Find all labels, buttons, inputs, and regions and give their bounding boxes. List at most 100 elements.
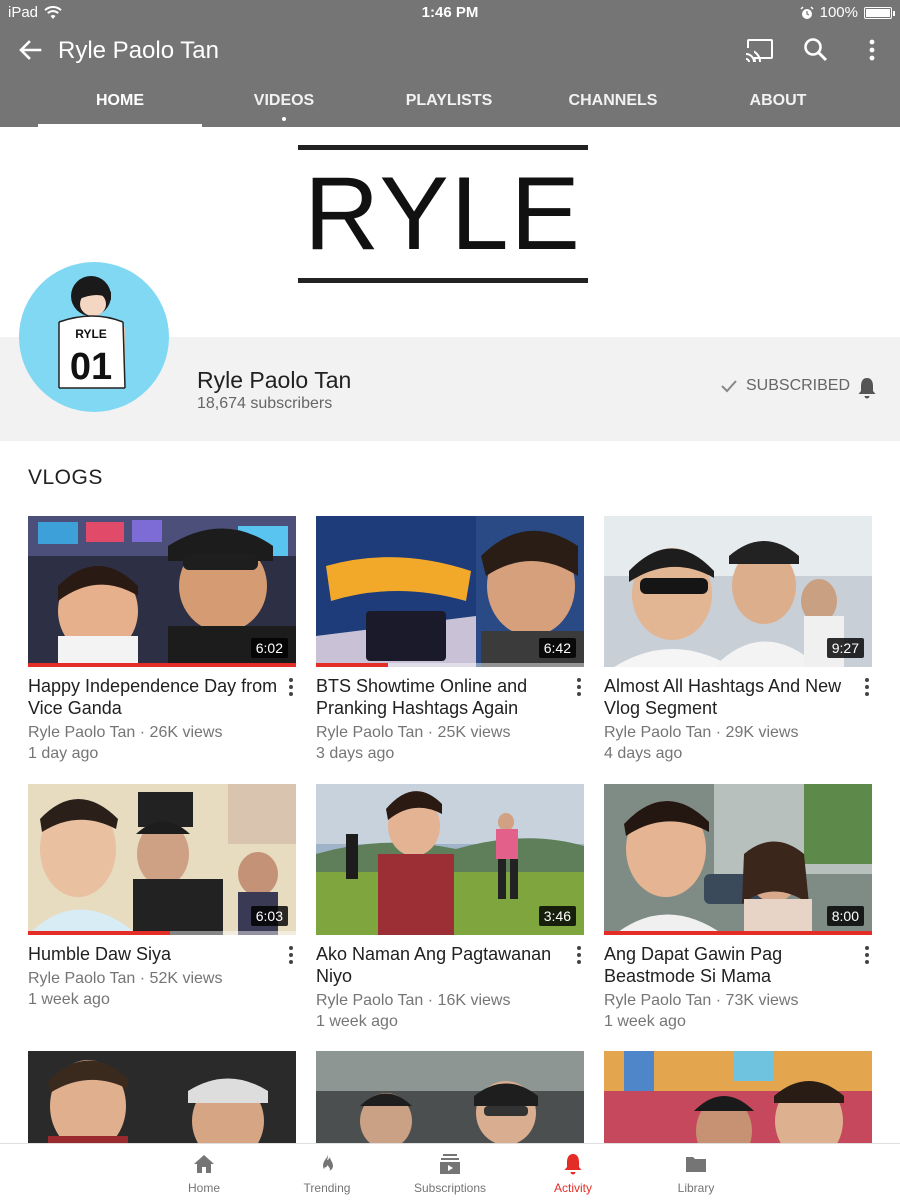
video-duration: 3:46	[538, 906, 576, 926]
tab-channels[interactable]: CHANNELS	[531, 84, 695, 127]
video-views: 73K views	[725, 992, 799, 1009]
watch-progress-bar	[28, 931, 296, 935]
video-card[interactable]: 8:00 Ang Dapat Gawin Pag Beastmode Si Ma…	[604, 784, 872, 1032]
banner-logo-text: RYLE	[304, 156, 582, 272]
alarm-icon	[800, 5, 814, 19]
channel-tabs: HOME VIDEOS PLAYLISTS CHANNELS ABOUT	[0, 84, 900, 127]
video-menu-icon[interactable]	[860, 943, 874, 967]
video-channel: Ryle Paolo Tan	[316, 724, 424, 741]
library-icon	[686, 1157, 706, 1172]
notification-bell-icon[interactable]	[855, 376, 879, 400]
cast-icon[interactable]	[744, 34, 776, 66]
video-menu-icon[interactable]	[284, 943, 298, 967]
video-thumbnail[interactable]: 9:27	[604, 516, 872, 667]
nav-home[interactable]: Home	[144, 1144, 264, 1200]
video-title[interactable]: Happy Independence Day from Vice Ganda	[28, 675, 283, 719]
jersey-name: RYLE	[75, 327, 107, 341]
video-meta: Ryle Paolo Tan · 25K views	[316, 724, 511, 741]
video-menu-icon[interactable]	[572, 675, 586, 699]
video-age: 1 week ago	[28, 991, 110, 1008]
video-title[interactable]: Humble Daw Siya	[28, 943, 283, 965]
nav-subscriptions-label: Subscriptions	[413, 1181, 487, 1195]
video-meta: Ryle Paolo Tan · 29K views	[604, 724, 799, 741]
video-menu-icon[interactable]	[572, 943, 586, 967]
nav-subscriptions[interactable]: Subscriptions	[390, 1144, 510, 1200]
video-title[interactable]: Almost All Hashtags And New Vlog Segment	[604, 675, 859, 719]
video-title[interactable]: Ang Dapat Gawin Pag Beastmode Si Mama	[604, 943, 859, 987]
tab-playlists[interactable]: PLAYLISTS	[367, 84, 531, 127]
battery-icon	[864, 6, 895, 19]
video-duration: 6:42	[538, 638, 576, 658]
video-duration: 8:00	[826, 906, 864, 926]
tab-channels-label: CHANNELS	[568, 92, 658, 109]
video-channel: Ryle Paolo Tan	[604, 992, 712, 1009]
video-duration: 9:27	[826, 638, 864, 658]
video-age: 3 days ago	[316, 745, 395, 762]
tab-videos[interactable]: VIDEOS	[202, 84, 366, 127]
video-duration: 6:03	[250, 906, 288, 926]
back-arrow-icon[interactable]	[14, 34, 46, 66]
video-channel: Ryle Paolo Tan	[28, 724, 136, 741]
status-time: 1:46 PM	[421, 4, 479, 21]
video-duration: 6:02	[250, 638, 288, 658]
avatar-illustration: RYLE 01	[58, 276, 126, 389]
more-vert-icon[interactable]	[856, 34, 888, 66]
tab-about-label: ABOUT	[749, 92, 807, 109]
logo-bottom-rule	[298, 278, 588, 283]
tab-about[interactable]: ABOUT	[696, 84, 860, 127]
video-title[interactable]: Ako Naman Ang Pagtawanan Niyo	[316, 943, 571, 987]
logo-top-rule	[298, 145, 588, 150]
bottom-navigation: Home Trending Subscriptions Activity Lib…	[0, 1143, 900, 1200]
home-icon	[194, 1155, 214, 1173]
tab-home[interactable]: HOME	[38, 84, 202, 127]
video-card[interactable]: 6:03 Humble Daw Siya Ryle Paolo Tan · 52…	[28, 784, 296, 1010]
check-icon	[721, 380, 737, 393]
subscribed-label: SUBSCRIBED	[746, 377, 851, 394]
subscriptions-icon	[440, 1154, 460, 1174]
video-meta: Ryle Paolo Tan · 16K views	[316, 992, 511, 1009]
video-menu-icon[interactable]	[860, 675, 874, 699]
video-meta: Ryle Paolo Tan · 73K views	[604, 992, 799, 1009]
section-title: VLOGS	[28, 466, 103, 489]
subscribed-button[interactable]: SUBSCRIBED	[720, 377, 850, 395]
video-card[interactable]: 9:27 Almost All Hashtags And New Vlog Se…	[604, 516, 872, 764]
nav-activity[interactable]: Activity	[513, 1144, 633, 1200]
channel-name: Ryle Paolo Tan	[197, 367, 352, 393]
video-thumbnail[interactable]: 6:02	[28, 516, 296, 667]
nav-library[interactable]: Library	[636, 1144, 756, 1200]
battery-percent: 100%	[819, 4, 858, 21]
channel-avatar[interactable]: RYLE 01	[19, 262, 169, 412]
video-title[interactable]: BTS Showtime Online and Pranking Hashtag…	[316, 675, 571, 719]
app-bar: Ryle Paolo Tan HOME VIDEOS PLAYLISTS CHA…	[0, 26, 900, 127]
video-card[interactable]: 3:46 Ako Naman Ang Pagtawanan Niyo Ryle …	[316, 784, 584, 1032]
video-menu-icon[interactable]	[284, 675, 298, 699]
search-icon[interactable]	[800, 34, 832, 66]
channel-title: Ryle Paolo Tan	[58, 37, 219, 64]
subscriber-count: 18,674 subscribers	[197, 395, 333, 412]
video-thumbnail[interactable]: 6:42	[316, 516, 584, 667]
new-content-dot	[282, 117, 286, 121]
video-channel: Ryle Paolo Tan	[28, 970, 136, 987]
video-age: 1 week ago	[604, 1013, 686, 1030]
nav-library-label: Library	[677, 1181, 715, 1195]
watch-progress-bar	[316, 663, 584, 667]
video-meta: Ryle Paolo Tan · 52K views	[28, 970, 223, 987]
tab-playlists-label: PLAYLISTS	[405, 92, 493, 109]
video-views: 52K views	[149, 970, 223, 987]
video-thumbnail[interactable]: 6:03	[28, 784, 296, 935]
video-channel: Ryle Paolo Tan	[316, 992, 424, 1009]
video-views: 26K views	[149, 724, 223, 741]
video-age: 4 days ago	[604, 745, 683, 762]
trending-icon	[323, 1154, 333, 1173]
video-thumbnail[interactable]: 3:46	[316, 784, 584, 935]
nav-trending[interactable]: Trending	[267, 1144, 387, 1200]
video-meta: Ryle Paolo Tan · 26K views	[28, 724, 223, 741]
video-card[interactable]: 6:02 Happy Independence Day from Vice Ga…	[28, 516, 296, 764]
nav-home-label: Home	[187, 1181, 220, 1195]
video-views: 25K views	[437, 724, 511, 741]
jersey-number: 01	[70, 346, 112, 388]
video-card[interactable]: 6:42 BTS Showtime Online and Pranking Ha…	[316, 516, 584, 764]
video-age: 1 day ago	[28, 745, 99, 762]
video-thumbnail[interactable]: 8:00	[604, 784, 872, 935]
tab-videos-label: VIDEOS	[253, 92, 315, 109]
